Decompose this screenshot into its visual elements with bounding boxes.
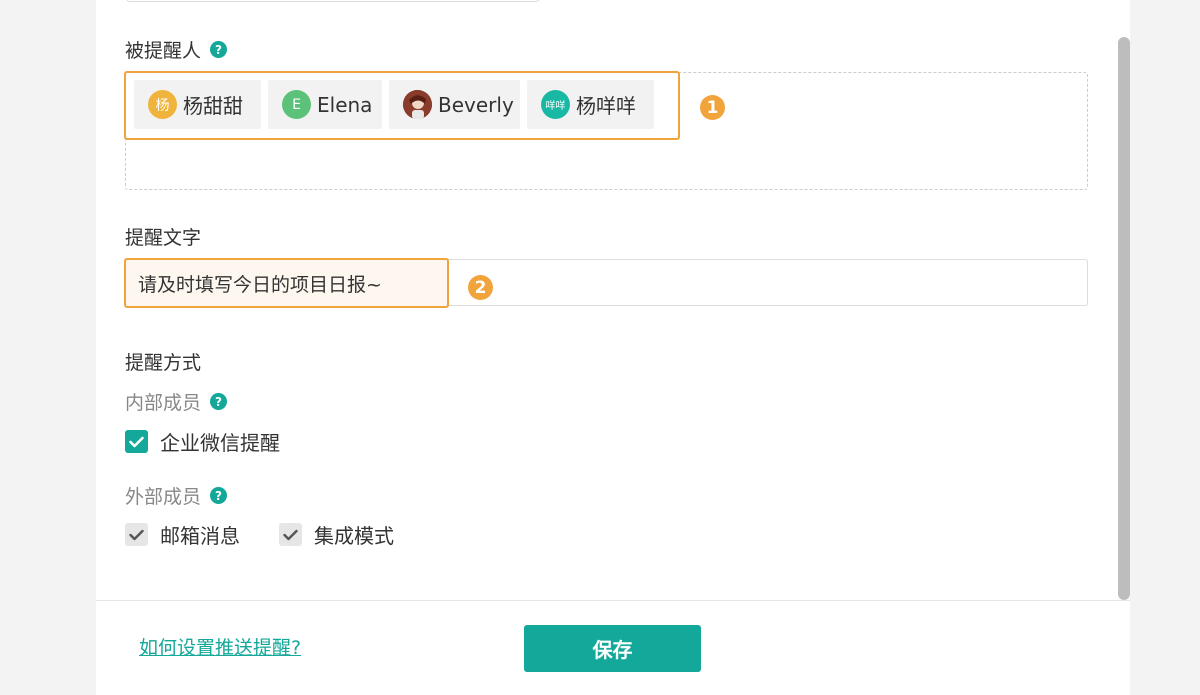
annotation-marker-2: 2 <box>468 275 493 300</box>
push-reminder-help-link[interactable]: 如何设置推送提醒? <box>139 633 301 660</box>
internal-members-label: 内部成员 ? <box>125 388 228 415</box>
checkbox-checked-icon[interactable] <box>125 430 148 453</box>
help-icon[interactable]: ? <box>210 41 228 58</box>
recipient-name: 杨咩咩 <box>576 94 636 118</box>
reminder-method-label: 提醒方式 <box>125 352 202 374</box>
recipient-chip[interactable]: E Elena <box>268 80 382 129</box>
annotation-marker-1: 1 <box>700 95 725 120</box>
previous-field[interactable] <box>126 0 540 2</box>
avatar <box>403 90 432 119</box>
wecom-reminder-option[interactable]: 企业微信提醒 <box>125 427 280 456</box>
portrait-avatar-icon <box>403 90 432 119</box>
recipient-name: Elena <box>317 92 373 117</box>
recipients-label: 被提醒人 ? <box>125 36 228 63</box>
save-button[interactable]: 保存 <box>524 625 701 672</box>
avatar: 杨 <box>148 90 177 119</box>
recipient-name: 杨甜甜 <box>183 94 243 118</box>
recipients-label-text: 被提醒人 <box>125 40 202 62</box>
option-label: 邮箱消息 <box>160 524 240 548</box>
recipient-name: Beverly <box>438 92 514 117</box>
help-icon[interactable]: ? <box>210 487 228 504</box>
avatar: E <box>282 90 311 119</box>
recipient-chip[interactable]: Beverly <box>389 80 520 129</box>
checkbox-checked-icon[interactable] <box>125 523 148 546</box>
help-icon[interactable]: ? <box>210 393 228 410</box>
avatar: 咩咩 <box>541 90 570 119</box>
option-label: 集成模式 <box>314 524 394 548</box>
checkbox-checked-icon[interactable] <box>279 523 302 546</box>
recipient-chip[interactable]: 咩咩 杨咩咩 <box>527 80 654 129</box>
integration-mode-option[interactable]: 集成模式 <box>279 520 394 549</box>
reminder-text-label: 提醒文字 <box>125 227 202 249</box>
internal-members-label-text: 内部成员 <box>125 392 202 414</box>
footer-divider <box>96 600 1130 601</box>
reminder-text-value[interactable]: 请及时填写今日的项目日报~ <box>124 258 449 308</box>
recipient-chip[interactable]: 杨 杨甜甜 <box>134 80 261 129</box>
external-members-label: 外部成员 ? <box>125 482 228 509</box>
external-members-label-text: 外部成员 <box>125 486 202 508</box>
option-label: 企业微信提醒 <box>160 431 280 455</box>
scrollbar-thumb[interactable] <box>1118 37 1130 600</box>
email-message-option[interactable]: 邮箱消息 <box>125 520 240 549</box>
